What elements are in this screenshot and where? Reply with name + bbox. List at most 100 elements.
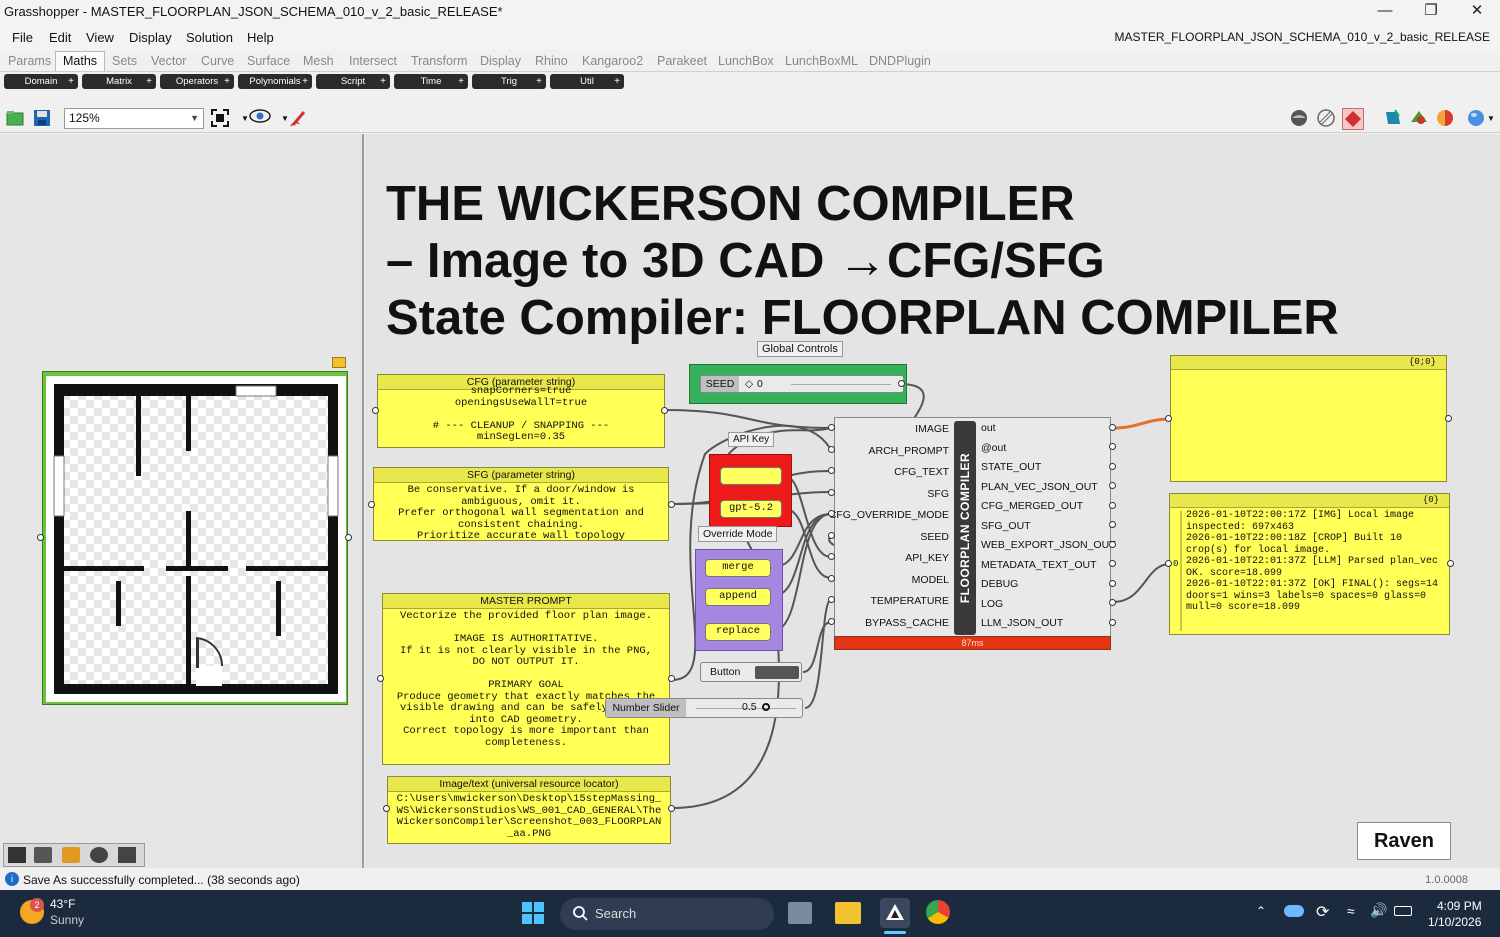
chevron-down-icon[interactable]: ▼ <box>1484 108 1498 130</box>
grasshopper-app-icon[interactable] <box>880 898 910 928</box>
clock-date[interactable]: 1/10/2026 <box>1428 915 1481 929</box>
tab-kangaroo2[interactable]: Kangaroo2 <box>582 54 643 68</box>
output-grip[interactable] <box>1445 415 1452 422</box>
raven-badge[interactable]: Raven <box>1357 822 1451 860</box>
output-grip[interactable] <box>345 534 352 541</box>
sfg-panel[interactable]: SFG (parameter string) Be conservative. … <box>373 467 669 541</box>
wireframe-preview-icon[interactable] <box>1315 108 1337 130</box>
output-debug[interactable]: DEBUG <box>981 578 1018 590</box>
battery-icon[interactable] <box>1394 906 1412 916</box>
close-button[interactable]: ✕ <box>1454 0 1500 24</box>
output-grip[interactable] <box>1447 560 1454 567</box>
output-grip[interactable] <box>1109 463 1116 470</box>
cfg-panel[interactable]: CFG (parameter string) snapCorners=true … <box>377 374 665 448</box>
url-panel[interactable]: Image/text (universal resource locator) … <box>387 776 671 844</box>
open-file-icon[interactable] <box>4 108 26 130</box>
override-mode-group[interactable]: merge append replace <box>695 549 783 651</box>
subtab-script[interactable]: Script + <box>316 74 390 89</box>
input-bypass-cache[interactable]: BYPASS_CACHE <box>865 617 949 629</box>
input-grip[interactable] <box>828 553 835 560</box>
input-grip[interactable] <box>828 489 835 496</box>
input-cfg-override-mode[interactable]: CFG_OVERRIDE_MODE <box>829 509 949 521</box>
output-grip[interactable] <box>1109 521 1116 528</box>
input-cfg-text[interactable]: CFG_TEXT <box>894 466 949 478</box>
windows-start-icon[interactable] <box>522 902 544 927</box>
tab-params[interactable]: Params <box>8 54 51 68</box>
master-prompt-panel[interactable]: MASTER PROMPT Vectorize the provided flo… <box>382 593 670 765</box>
tab-lunchboxml[interactable]: LunchBoxML <box>785 54 858 68</box>
tab-surface[interactable]: Surface <box>247 54 290 68</box>
input-temperature[interactable]: TEMPERATURE <box>870 595 949 607</box>
bake-icon[interactable] <box>1382 108 1404 130</box>
subtab-util[interactable]: Util + <box>550 74 624 89</box>
out-panel[interactable]: {0;0} <box>1170 355 1447 482</box>
input-image[interactable]: IMAGE <box>915 423 949 435</box>
floorplan-image-frame[interactable] <box>42 371 348 705</box>
output-grip[interactable] <box>1109 502 1116 509</box>
global-controls-group[interactable]: SEED ◇ 0 <box>689 364 907 404</box>
menu-help[interactable]: Help <box>247 30 274 45</box>
zoom-select[interactable]: 125% ▼ <box>64 108 204 129</box>
api-key-group[interactable]: gpt-5.2 <box>709 454 792 527</box>
input-seed[interactable]: SEED <box>920 531 949 543</box>
input-arch-prompt[interactable]: ARCH_PROMPT <box>868 445 949 457</box>
input-grip[interactable] <box>828 618 835 625</box>
output-out[interactable]: out <box>981 422 996 434</box>
output-cfg-merged[interactable]: CFG_MERGED_OUT <box>981 500 1083 512</box>
device-icon[interactable] <box>118 847 136 863</box>
rss-icon[interactable] <box>62 847 80 863</box>
input-grip[interactable] <box>37 534 44 541</box>
menu-solution[interactable]: Solution <box>186 30 233 45</box>
input-grip[interactable] <box>828 446 835 453</box>
subtab-polynomials[interactable]: Polynomials + <box>238 74 312 89</box>
sync-icon[interactable]: ⟳ <box>1316 902 1329 922</box>
wifi-icon[interactable]: ≈ <box>1347 903 1355 919</box>
output-llm-json[interactable]: LLM_JSON_OUT <box>981 617 1063 629</box>
input-api-key[interactable]: API_KEY <box>905 552 949 564</box>
output-grip[interactable] <box>661 407 668 414</box>
output-grip[interactable] <box>668 675 675 682</box>
input-grip[interactable] <box>1165 560 1172 567</box>
color-sphere-icon[interactable] <box>1434 108 1456 130</box>
output-grip[interactable] <box>1109 580 1116 587</box>
bypass-cache-button[interactable]: Button <box>700 662 802 682</box>
output-grip[interactable] <box>1109 599 1116 606</box>
taskbar-search[interactable]: Search <box>560 898 774 930</box>
master-prompt-text[interactable]: Vectorize the provided floor plan image.… <box>383 609 669 749</box>
pen-icon[interactable] <box>90 847 108 863</box>
chrome-icon[interactable] <box>926 900 950 924</box>
subtab-matrix[interactable]: Matrix + <box>82 74 156 89</box>
task-view-icon[interactable] <box>788 902 812 924</box>
output-log[interactable]: LOG <box>981 598 1003 610</box>
output-at-out[interactable]: @out <box>981 442 1006 454</box>
api-key-input[interactable] <box>720 467 782 485</box>
tab-display[interactable]: Display <box>480 54 521 68</box>
floorplan-compiler-component[interactable]: FLOORPLAN COMPILER IMAGE ARCH_PROMPT CFG… <box>829 417 1116 637</box>
url-panel-text[interactable]: C:\Users\mwickerson\Desktop\15stepMassin… <box>388 792 670 840</box>
input-grip[interactable] <box>372 407 379 414</box>
output-grip[interactable] <box>1109 424 1116 431</box>
log-panel[interactable]: {0} 0 2026-01-10T22:00:17Z [IMG] Local i… <box>1169 493 1450 635</box>
temperature-slider[interactable]: Number Slider 0.5 <box>605 698 803 718</box>
log-panel-text[interactable]: 2026-01-10T22:00:17Z [IMG] Local image i… <box>1170 508 1449 614</box>
output-state[interactable]: STATE_OUT <box>981 461 1041 473</box>
tab-parakeet[interactable]: Parakeet <box>657 54 707 68</box>
clock-time[interactable]: 4:09 PM <box>1437 899 1482 913</box>
subtab-operators[interactable]: Operators + <box>160 74 234 89</box>
override-merge-option[interactable]: merge <box>705 559 771 577</box>
tab-lunchbox[interactable]: LunchBox <box>718 54 774 68</box>
output-web-export-json[interactable]: WEB_EXPORT_JSON_OUT <box>981 539 1116 551</box>
tab-rhino[interactable]: Rhino <box>535 54 568 68</box>
onedrive-cloud-icon[interactable] <box>1284 905 1304 917</box>
subtab-time[interactable]: Time + <box>394 74 468 89</box>
tab-mesh[interactable]: Mesh <box>303 54 334 68</box>
tab-transform[interactable]: Transform <box>411 54 468 68</box>
minimize-button[interactable]: — <box>1362 0 1408 24</box>
output-grip[interactable] <box>1109 560 1116 567</box>
slider-handle[interactable] <box>762 703 770 711</box>
output-plan-vec-json[interactable]: PLAN_VEC_JSON_OUT <box>981 481 1098 493</box>
terminal-icon[interactable] <box>8 847 26 863</box>
shaded-preview-icon[interactable] <box>1288 108 1310 130</box>
input-sfg[interactable]: SFG <box>927 488 949 500</box>
input-grip[interactable] <box>1165 415 1172 422</box>
